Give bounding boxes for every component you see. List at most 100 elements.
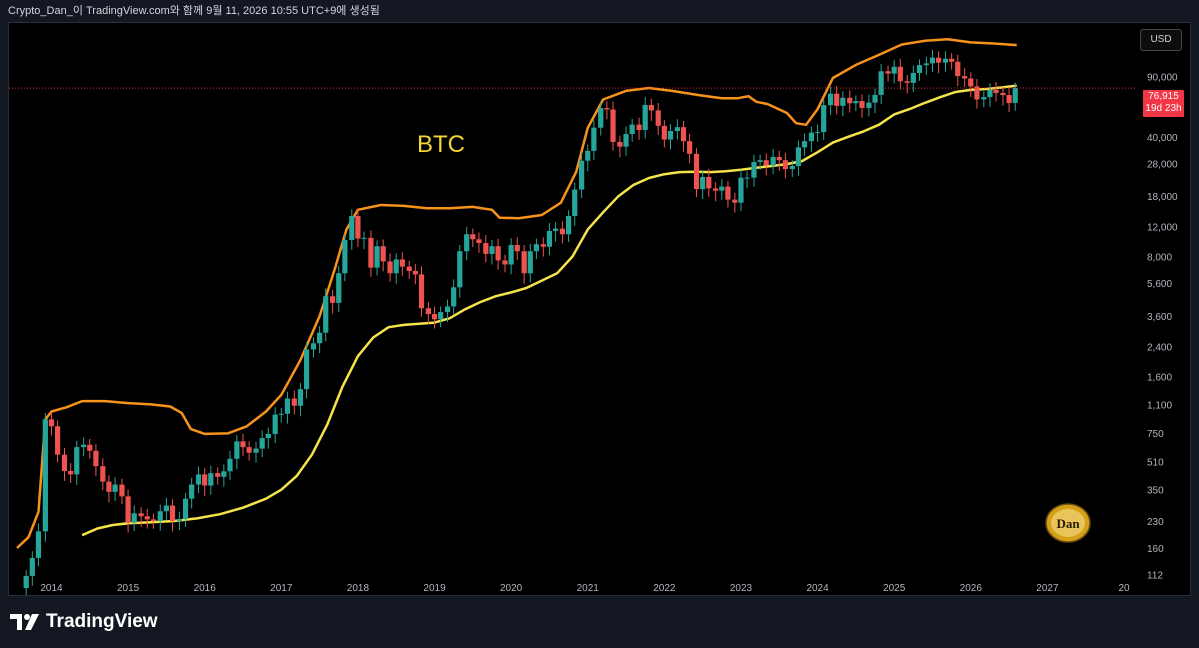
y-tick-label: 750 (1147, 429, 1164, 440)
last-price-value: 76,915 (1148, 91, 1179, 102)
candle-body (406, 266, 412, 271)
candle-body (821, 105, 827, 133)
candle-body (157, 511, 163, 521)
candle-body (240, 441, 246, 448)
candle-body (629, 124, 635, 135)
candle-body (342, 240, 348, 274)
candle-body (464, 234, 470, 252)
candle-body (176, 519, 183, 521)
chart-area[interactable]: 112 160 230 350 510 750 1,100 1,600 2,400 3,600 5,… (8, 22, 1191, 596)
candle-body (221, 471, 227, 477)
candle-body (546, 230, 553, 247)
candle-body (374, 246, 380, 268)
candle-body (444, 306, 451, 313)
candle-body (700, 177, 706, 190)
candle-body (617, 141, 623, 147)
candle-body (119, 484, 125, 497)
candle-body (533, 244, 540, 252)
candle-body (29, 557, 35, 576)
candle-body (387, 261, 393, 274)
candle-body (782, 160, 788, 170)
y-tick-label: 112 (1147, 571, 1163, 582)
candle-body (81, 444, 87, 448)
x-tick-label: 2021 (577, 583, 600, 594)
candle-body (623, 134, 629, 147)
y-tick-label: 1,600 (1147, 373, 1172, 384)
candle-body (68, 470, 74, 475)
candle-body (508, 245, 514, 265)
upper-band-line (16, 38, 1017, 549)
upper-band-layer (16, 38, 1017, 549)
candle-body (885, 71, 891, 74)
candle-body (514, 245, 520, 252)
candle-body (572, 189, 578, 217)
candle-body (859, 101, 865, 108)
candle-body (399, 259, 405, 267)
candle-body (955, 61, 961, 77)
candle-body (61, 454, 68, 471)
price-chart[interactable]: 112 160 230 350 510 750 1,100 1,600 2,400 3,600 5,… (9, 23, 1191, 596)
x-tick-label: 2025 (883, 583, 906, 594)
candle-body (814, 132, 821, 134)
candle-body (42, 419, 48, 532)
candle-body (349, 216, 355, 241)
candle-body (131, 513, 137, 523)
candle-body (112, 484, 118, 492)
y-tick-label: 230 (1147, 517, 1164, 528)
candle-body (202, 474, 208, 486)
candle-body (1000, 92, 1006, 96)
y-tick-label: 28,000 (1147, 159, 1178, 170)
candle-body (693, 153, 700, 190)
candle-body (667, 131, 674, 140)
candle-body (776, 156, 782, 161)
candle-body (565, 216, 572, 235)
candle-body (834, 93, 840, 106)
lower-band-line (81, 84, 1017, 537)
candle-body (87, 444, 93, 451)
candle-body (330, 296, 336, 303)
candles-layer (23, 49, 1018, 595)
candle-body (891, 66, 897, 74)
candle-body (138, 513, 144, 517)
dan-watermark-logo: Dan (1045, 503, 1091, 543)
candle-body (100, 466, 106, 482)
candle-body (317, 332, 323, 344)
candle-body (680, 127, 687, 142)
candle-body (361, 237, 367, 239)
candle-body (962, 76, 968, 79)
x-tick-label: 2026 (960, 583, 983, 594)
candle-body (636, 124, 642, 131)
x-tick-label: 2014 (40, 583, 63, 594)
candle-body (840, 97, 846, 106)
candle-body (904, 81, 910, 83)
tradingview-logo[interactable]: TradingView (10, 611, 158, 633)
candle-body (483, 243, 489, 254)
currency-button[interactable]: USD (1140, 29, 1182, 51)
chart-header: Crypto_Dan_이 TradingView.com와 함께 9월 11, … (8, 5, 380, 17)
candle-body (527, 251, 533, 274)
candle-body (738, 177, 744, 203)
candle-body (929, 57, 936, 64)
last-price-badge: 76,915 19d 23h (1143, 90, 1184, 117)
x-tick-label: 2018 (347, 583, 370, 594)
candle-body (284, 398, 291, 414)
x-tick-label: 2022 (653, 583, 676, 594)
candle-body (725, 186, 731, 200)
candle-body (278, 413, 284, 415)
candle-body (291, 398, 297, 406)
candle-body (866, 102, 872, 108)
y-tick-label: 5,600 (1147, 279, 1172, 290)
candle-body (552, 228, 559, 231)
candle-body (897, 66, 903, 82)
candle-body (559, 228, 566, 235)
candle-body (540, 244, 546, 247)
candle-body (878, 71, 884, 95)
candle-body (234, 441, 240, 459)
candle-body (853, 101, 859, 104)
candle-body (936, 57, 942, 63)
candle-body (246, 447, 252, 453)
candle-body (655, 110, 661, 126)
x-tick-label: 2024 (806, 583, 829, 594)
candle-body (789, 166, 795, 170)
candle-body (163, 505, 169, 512)
